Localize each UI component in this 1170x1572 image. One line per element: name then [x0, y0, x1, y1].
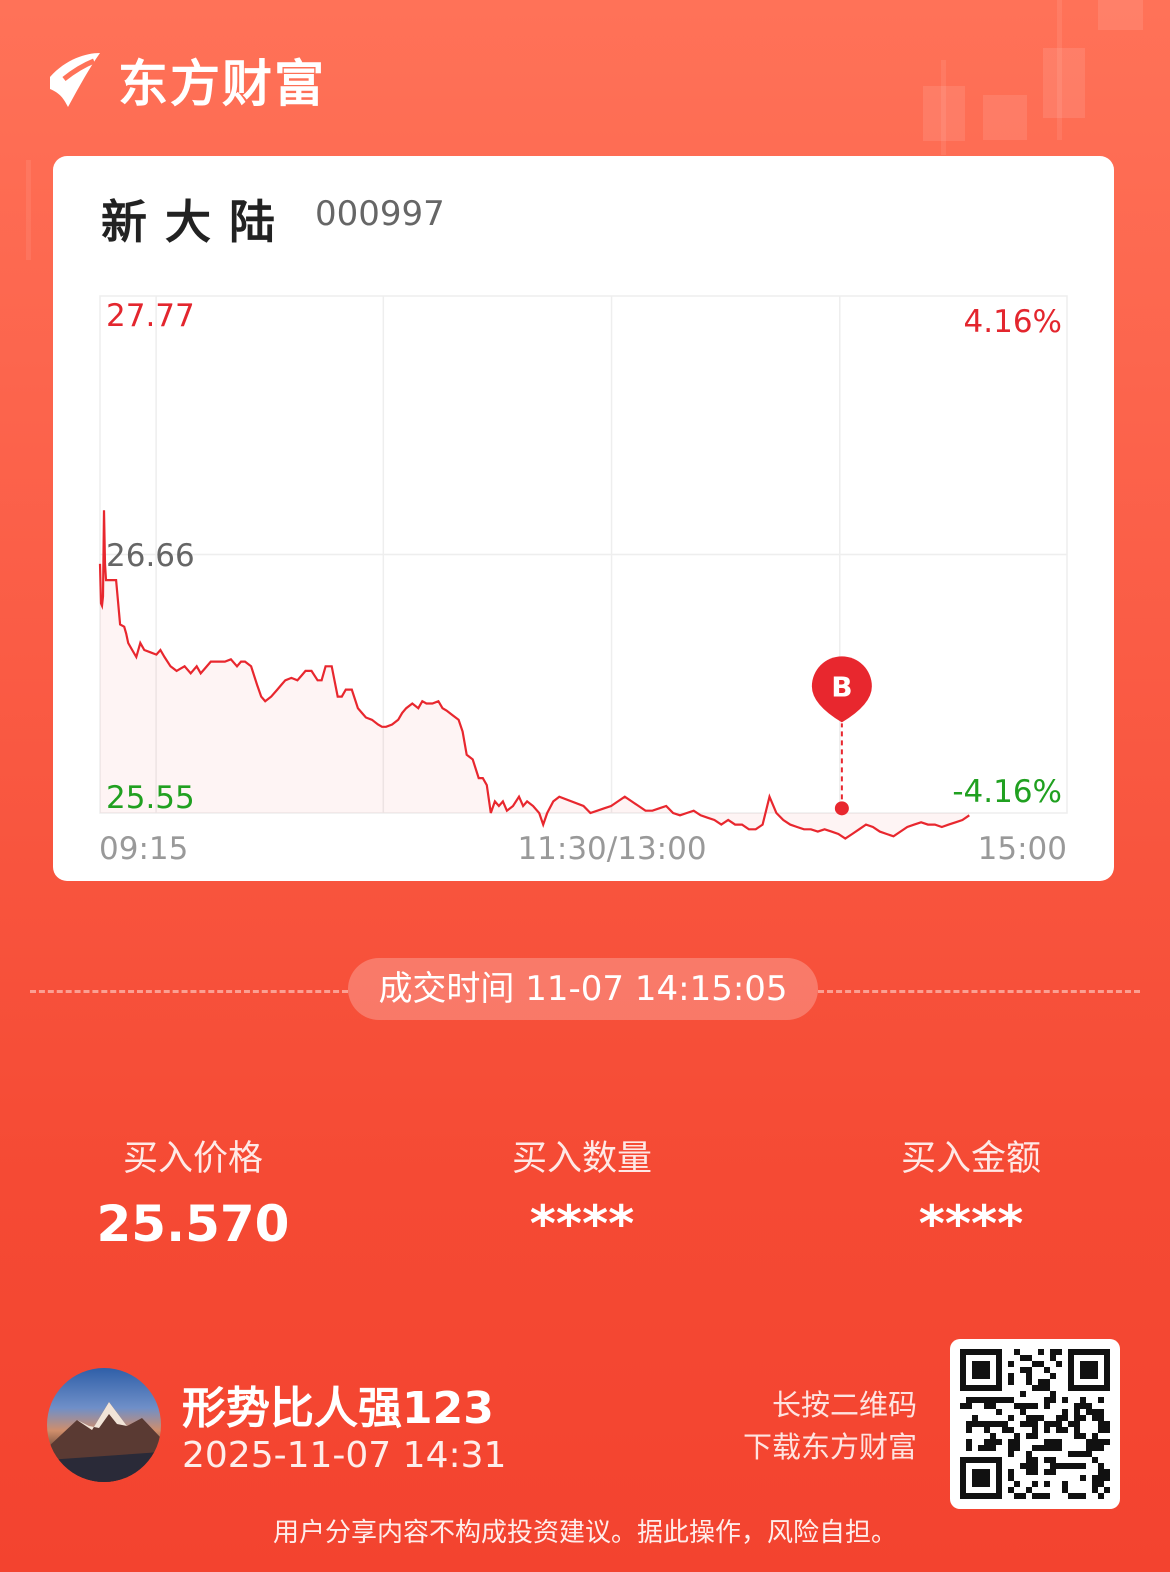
stat-buy-price: 买入价格 25.570 [33, 1130, 353, 1253]
qr-code[interactable] [950, 1339, 1120, 1509]
brand-leaf-icon [50, 53, 100, 107]
qr-code-icon [960, 1349, 1110, 1499]
y-tick-high: 27.77 [106, 298, 195, 334]
qr-hint-line1: 长按二维码 [771, 1388, 917, 1422]
divider-left [30, 990, 348, 993]
bg-candle [923, 86, 965, 141]
qr-hint-line2: 下载东方财富 [742, 1430, 917, 1464]
brand-name: 东方财富 [118, 55, 326, 113]
stat-buy-quantity: 买入数量 **** [422, 1130, 742, 1253]
stock-chart-card: 新大陆 000997 27.77 26.66 25.55 4.16% -4.16… [53, 156, 1114, 881]
y-tick-mid: 26.66 [106, 538, 195, 574]
y-tick-low: 25.55 [106, 780, 195, 816]
bg-candle-wick [26, 160, 31, 260]
trade-time-pill: 成交时间 11-07 14:15:05 [348, 958, 818, 1020]
stat-label: 买入价格 [122, 1139, 263, 1179]
stat-buy-amount: 买入金额 **** [811, 1130, 1131, 1253]
stat-label: 买入金额 [900, 1139, 1041, 1179]
username: 形势比人强123 [182, 1383, 494, 1434]
stat-value: **** [918, 1195, 1024, 1253]
disclaimer: 用户分享内容不构成投资建议。据此操作，风险自担。 [272, 1518, 897, 1548]
brand-logo: 东方财富 [46, 44, 326, 116]
stat-value: 25.570 [96, 1195, 290, 1253]
x-tick-midday: 11:30/13:00 [517, 831, 706, 867]
mountain-icon [47, 1402, 161, 1482]
buy-marker-dot [834, 801, 849, 816]
buy-marker-label: B [831, 670, 852, 703]
qr-hint: 长按二维码 下载东方财富 [743, 1384, 917, 1468]
stat-value: **** [529, 1195, 635, 1253]
bg-candle [1098, 0, 1143, 30]
y-tick-pct-high: 4.16% [964, 304, 1062, 340]
share-time: 2025-11-07 14:31 [182, 1435, 507, 1476]
intraday-chart: 27.77 26.66 25.55 4.16% -4.16% 09:15 11:… [98, 295, 1068, 867]
bg-candle [1043, 48, 1085, 118]
divider-right [818, 990, 1140, 993]
x-tick-close: 15:00 [978, 831, 1067, 867]
stat-label: 买入数量 [511, 1139, 652, 1179]
avatar[interactable] [47, 1368, 161, 1482]
buy-marker[interactable]: B [811, 656, 872, 816]
y-tick-pct-low: -4.16% [952, 774, 1062, 810]
x-tick-open: 09:15 [99, 831, 188, 867]
bg-candle [983, 95, 1027, 140]
